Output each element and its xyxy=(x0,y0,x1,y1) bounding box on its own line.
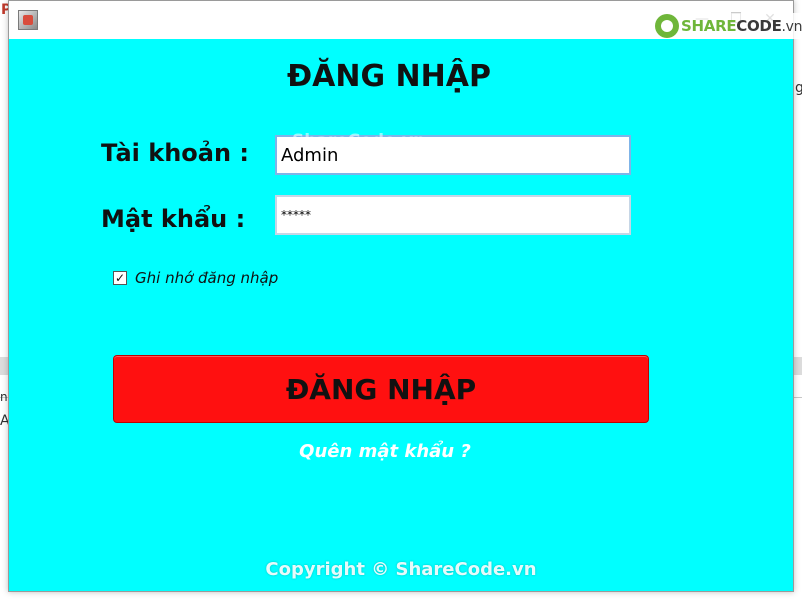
page-title: ĐĂNG NHẬP xyxy=(287,59,491,94)
login-button[interactable]: ĐĂNG NHẬP xyxy=(113,355,649,423)
java-app-icon xyxy=(18,10,38,30)
sharecode-logo-text: SHARECODE.vn xyxy=(681,17,802,35)
remember-label: Ghi nhớ đăng nhập xyxy=(135,269,279,287)
sharecode-logo-icon xyxy=(655,14,679,38)
password-input[interactable] xyxy=(275,195,631,235)
remember-checkbox[interactable]: ✓ xyxy=(113,271,127,285)
username-label: Tài khoản : xyxy=(101,139,249,167)
logo-text-share: SHARE xyxy=(681,17,737,35)
copyright-watermark: Copyright © ShareCode.vn xyxy=(265,559,537,580)
login-panel: ĐĂNG NHẬP Tài khoản : ShareCode.vn Mật k… xyxy=(9,39,793,591)
remember-me[interactable]: ✓ Ghi nhớ đăng nhập xyxy=(113,269,278,287)
forgot-password-link[interactable]: Quên mật khẩu ? xyxy=(9,441,761,462)
logo-text-tld: .vn xyxy=(781,19,802,35)
sharecode-logo: SHARECODE.vn xyxy=(652,13,802,39)
login-window: — ☐ ✕ ĐĂNG NHẬP Tài khoản : ShareCode.vn… xyxy=(8,0,802,592)
logo-text-code: CODE xyxy=(736,17,782,35)
password-label: Mật khẩu : xyxy=(101,205,246,233)
username-input[interactable] xyxy=(275,135,631,175)
background-fragment: g xyxy=(795,80,802,96)
